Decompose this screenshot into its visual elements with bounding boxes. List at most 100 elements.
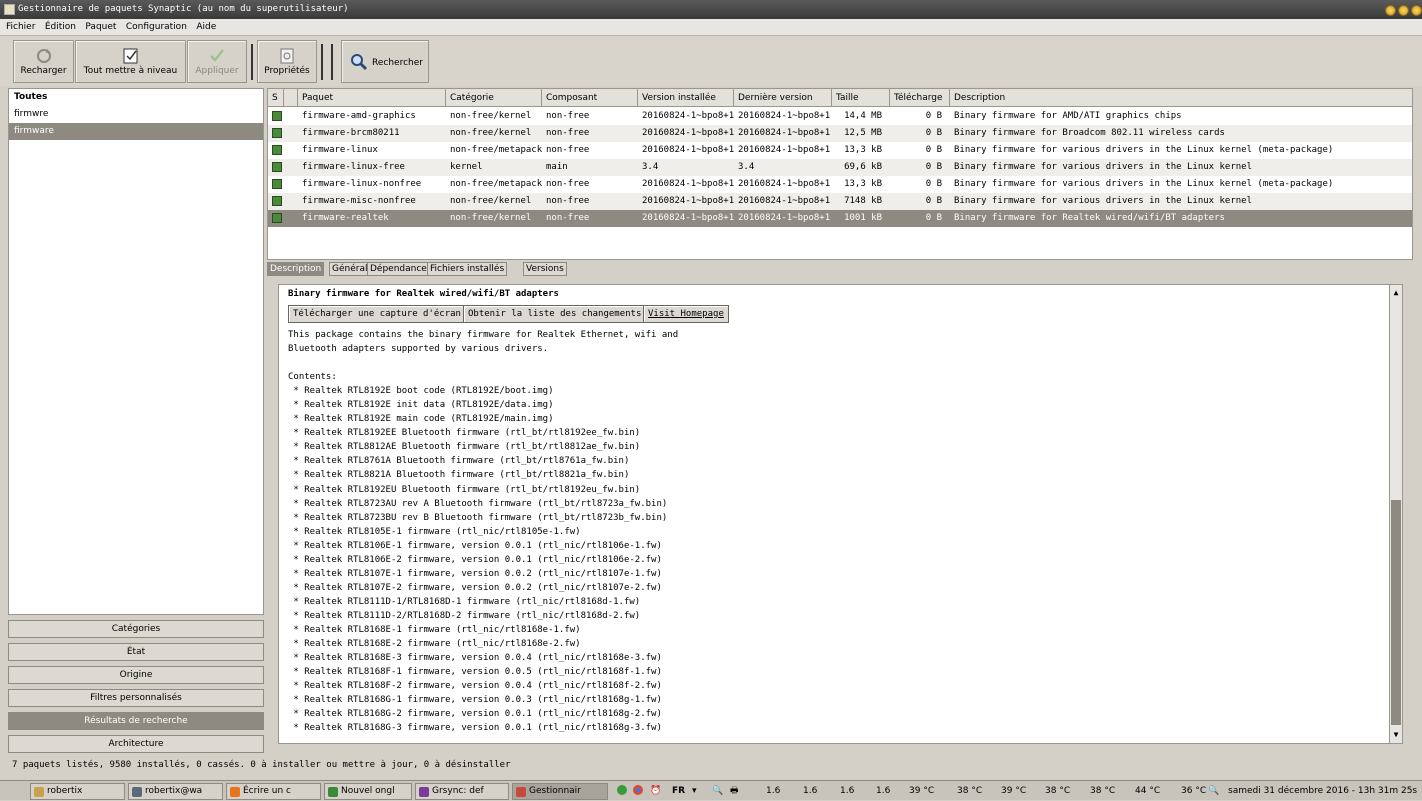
search-icon[interactable]: 🔍 bbox=[1208, 784, 1219, 798]
taskbar-task[interactable]: Écrire un c bbox=[226, 783, 321, 800]
toolbar: Recharger Tout mettre à niveau Appliquer… bbox=[0, 36, 1422, 86]
description-line: * Realtek RTL8168E-1 firmware (rtl_nic/r… bbox=[288, 624, 581, 635]
origin-button[interactable]: Origine bbox=[8, 666, 264, 684]
reload-label: Recharger bbox=[20, 66, 67, 76]
keyboard-layout[interactable]: FR bbox=[672, 784, 685, 798]
column-header-support[interactable] bbox=[284, 89, 298, 107]
scroll-up-arrow-icon[interactable]: ▲ bbox=[1390, 287, 1402, 299]
search-results-button[interactable]: Résultats de recherche bbox=[8, 712, 264, 730]
installed-status-icon[interactable] bbox=[272, 179, 282, 189]
column-header-category[interactable]: Catégorie bbox=[446, 89, 542, 107]
package-latest-version: 20160824-1~bpo8+1 bbox=[738, 179, 831, 189]
reload-button[interactable]: Recharger bbox=[13, 40, 74, 83]
taskbar-task[interactable]: robertix bbox=[30, 783, 125, 800]
table-row[interactable]: firmware-amd-graphics non-free/kernel non-… bbox=[268, 108, 1412, 125]
tab-description[interactable]: Description bbox=[267, 262, 325, 276]
column-header-size[interactable]: Taille bbox=[832, 89, 890, 107]
description-line: This package contains the binary firmwar… bbox=[288, 330, 679, 340]
tab-versions[interactable]: Versions bbox=[523, 262, 567, 276]
description-scrollbar[interactable]: ▲ ▼ bbox=[1389, 285, 1402, 743]
scroll-down-arrow-icon[interactable]: ▼ bbox=[1390, 729, 1402, 741]
upgrade-all-button[interactable]: Tout mettre à niveau bbox=[75, 40, 186, 83]
menu-aide[interactable]: Aide bbox=[196, 22, 216, 32]
properties-button[interactable]: Propriétés bbox=[257, 40, 317, 83]
installed-status-icon[interactable] bbox=[272, 162, 282, 172]
package-name: firmware-brcm80211 bbox=[302, 128, 400, 138]
column-header-status[interactable]: S bbox=[268, 89, 284, 107]
table-row[interactable]: firmware-realtek non-free/kernel non-free 2… bbox=[268, 210, 1412, 227]
package-download-size: 0 B bbox=[925, 179, 942, 189]
installed-status-icon[interactable] bbox=[272, 111, 282, 121]
close-button[interactable] bbox=[1411, 5, 1422, 16]
folder-icon bbox=[34, 787, 44, 797]
network-icon[interactable] bbox=[616, 784, 628, 801]
installed-status-icon[interactable] bbox=[272, 213, 282, 223]
changelog-button[interactable]: Obtenir la liste des changements bbox=[463, 305, 647, 323]
screenshot-button[interactable]: Télécharger une capture d'écran bbox=[288, 305, 466, 323]
package-description: Binary firmware for various drivers in t… bbox=[954, 179, 1334, 189]
installed-status-icon[interactable] bbox=[272, 196, 282, 206]
menu-fichier[interactable]: Fichier bbox=[6, 22, 35, 32]
minimize-button[interactable] bbox=[1385, 5, 1396, 16]
categories-button[interactable]: Catégories bbox=[8, 620, 264, 638]
tray-dropdown-icon[interactable]: ▾ bbox=[692, 784, 697, 798]
clock[interactable]: samedi 31 décembre 2016 - 13h 31m 25s bbox=[1228, 784, 1417, 798]
properties-label: Propriétés bbox=[264, 66, 310, 76]
taskbar-task[interactable]: robertix@wa bbox=[128, 783, 223, 800]
table-header: S Paquet Catégorie Composant Version ins… bbox=[268, 89, 1412, 107]
tab-general[interactable]: Général bbox=[329, 262, 371, 276]
installed-status-icon[interactable] bbox=[272, 128, 282, 138]
filter-item-all[interactable]: Toutes bbox=[9, 89, 263, 106]
package-installed-version: 20160824-1~bpo8+1 bbox=[642, 196, 734, 206]
custom-filters-button[interactable]: Filtres personnalisés bbox=[8, 689, 264, 707]
status-button[interactable]: État bbox=[8, 643, 264, 661]
description-line: * Realtek RTL8111D-2/RTL8168D-2 firmware… bbox=[288, 610, 641, 621]
taskbar-task[interactable]: Nouvel ongl bbox=[324, 783, 412, 800]
taskbar-task[interactable]: Gestionnair bbox=[512, 783, 608, 800]
installed-status-icon[interactable] bbox=[272, 145, 282, 155]
description-line: * Realtek RTL8761A Bluetooth firmware (r… bbox=[288, 456, 630, 467]
column-header-package[interactable]: Paquet bbox=[298, 89, 446, 107]
tab-installed-files[interactable]: Fichiers installés bbox=[427, 262, 508, 276]
column-header-component[interactable]: Composant bbox=[542, 89, 638, 107]
package-installed-version: 3.4 bbox=[642, 162, 659, 172]
package-component: non-free bbox=[546, 145, 590, 155]
table-row[interactable]: firmware-linux-free kernel main 3.4 3.4 69,6 … bbox=[268, 159, 1412, 176]
table-row[interactable]: firmware-misc-nonfree non-free/kernel non-… bbox=[268, 193, 1412, 210]
table-row[interactable]: firmware-linux-nonfree non-free/metapacka… bbox=[268, 176, 1412, 193]
package-description: Binary firmware for AMD/ATI graphics chi… bbox=[954, 111, 1182, 121]
tab-dependencies[interactable]: Dépendances bbox=[367, 262, 435, 276]
package-description: Binary firmware for various drivers in t… bbox=[954, 162, 1253, 172]
package-size: 69,6 kB bbox=[844, 162, 882, 172]
description-line: * Realtek RTL8111D-1/RTL8168D-1 firmware… bbox=[288, 596, 641, 607]
package-size: 1001 kB bbox=[844, 213, 882, 223]
menu-paquet[interactable]: Paquet bbox=[85, 22, 116, 32]
package-download-size: 0 B bbox=[925, 145, 942, 155]
menu-edition[interactable]: Édition bbox=[45, 22, 76, 32]
apply-button[interactable]: Appliquer bbox=[187, 40, 247, 83]
table-row[interactable]: firmware-brcm80211 non-free/kernel non-fre… bbox=[268, 125, 1412, 142]
homepage-button[interactable]: Visit Homepage bbox=[643, 305, 729, 323]
architecture-button[interactable]: Architecture bbox=[8, 735, 264, 753]
maximize-button[interactable] bbox=[1398, 5, 1409, 16]
package-name: firmware-realtek bbox=[302, 213, 389, 223]
scrollbar-thumb[interactable] bbox=[1391, 500, 1401, 725]
checkmark-icon bbox=[210, 49, 224, 62]
printer-icon[interactable]: 🖶 bbox=[730, 784, 739, 798]
column-header-description[interactable]: Description bbox=[950, 89, 1412, 107]
temp-6: 44 °C bbox=[1135, 786, 1161, 796]
menu-configuration[interactable]: Configuration bbox=[126, 22, 187, 32]
table-row[interactable]: firmware-linux non-free/metapacka non-free… bbox=[268, 142, 1412, 159]
package-description: Binary firmware for various drivers in t… bbox=[954, 145, 1334, 155]
column-header-download[interactable]: Télécharge bbox=[890, 89, 950, 107]
search-tray-icon[interactable]: 🔍 bbox=[712, 784, 723, 798]
filter-item-firmwre[interactable]: firmwre bbox=[9, 106, 263, 123]
search-button[interactable]: Rechercher bbox=[341, 40, 429, 83]
package-name: firmware-linux-nonfree bbox=[302, 179, 422, 189]
column-header-installed-version[interactable]: Version installée bbox=[638, 89, 734, 107]
filter-item-firmware[interactable]: firmware bbox=[9, 123, 263, 140]
chrome-tray-icon[interactable] bbox=[632, 784, 644, 801]
clock-alarm-icon[interactable]: ⏰ bbox=[650, 784, 661, 798]
taskbar-task[interactable]: Grsync: def bbox=[415, 783, 509, 800]
column-header-latest-version[interactable]: Dernière version bbox=[734, 89, 832, 107]
